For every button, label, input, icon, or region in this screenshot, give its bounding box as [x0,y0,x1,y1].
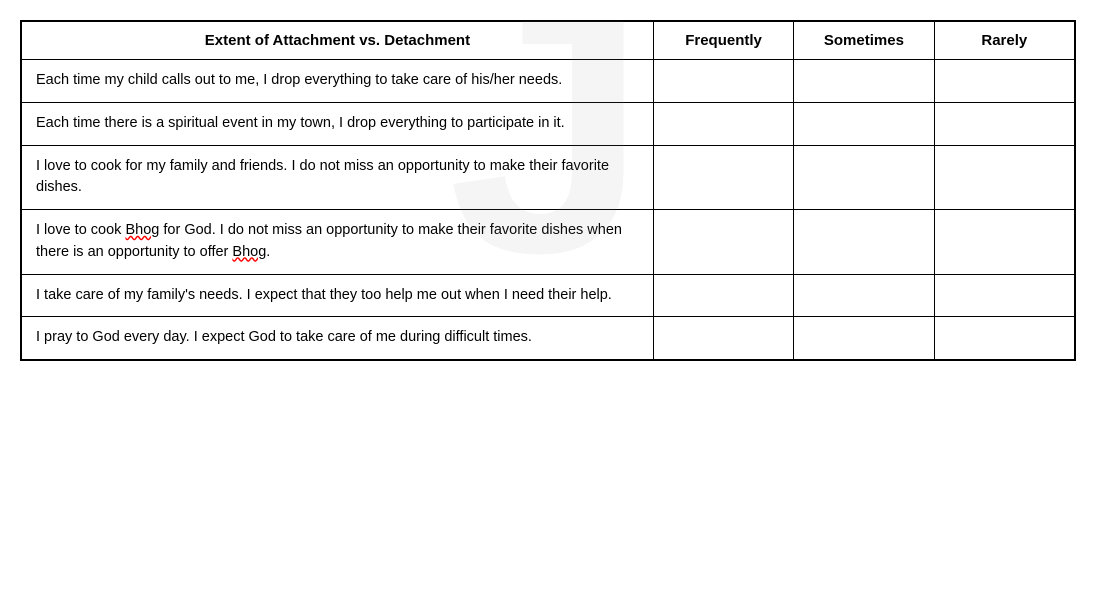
row-6-frequently [653,317,793,360]
survey-table: Extent of Attachment vs. Detachment Freq… [21,21,1075,360]
row-5-question: I take care of my family's needs. I expe… [22,274,654,317]
row-1-rarely [934,60,1074,103]
row-3-sometimes [794,145,934,210]
row-5-rarely [934,274,1074,317]
row-3-rarely [934,145,1074,210]
row-3-frequently [653,145,793,210]
table-row: I take care of my family's needs. I expe… [22,274,1075,317]
survey-table-container: J Extent of Attachment vs. Detachment Fr… [20,20,1076,361]
row-2-sometimes [794,102,934,145]
row-5-sometimes [794,274,934,317]
bhog-word-2: Bhog [232,244,266,260]
row-4-frequently [653,210,793,275]
col-header-rarely: Rarely [934,22,1074,60]
row-5-frequently [653,274,793,317]
table-row: Each time there is a spiritual event in … [22,102,1075,145]
row-6-rarely [934,317,1074,360]
col-header-sometimes: Sometimes [794,22,934,60]
bhog-word-1: Bhog [125,222,159,238]
row-1-frequently [653,60,793,103]
col-header-question: Extent of Attachment vs. Detachment [22,22,654,60]
row-4-rarely [934,210,1074,275]
row-1-sometimes [794,60,934,103]
table-header-row: Extent of Attachment vs. Detachment Freq… [22,22,1075,60]
row-6-question: I pray to God every day. I expect God to… [22,317,654,360]
row-3-question: I love to cook for my family and friends… [22,145,654,210]
table-row: I love to cook for my family and friends… [22,145,1075,210]
row-2-rarely [934,102,1074,145]
row-4-question: I love to cook Bhog for God. I do not mi… [22,210,654,275]
row-2-frequently [653,102,793,145]
row-2-question: Each time there is a spiritual event in … [22,102,654,145]
table-row: I love to cook Bhog for God. I do not mi… [22,210,1075,275]
row-4-sometimes [794,210,934,275]
row-6-sometimes [794,317,934,360]
table-row: Each time my child calls out to me, I dr… [22,60,1075,103]
col-header-frequently: Frequently [653,22,793,60]
table-row: I pray to God every day. I expect God to… [22,317,1075,360]
row-1-question: Each time my child calls out to me, I dr… [22,60,654,103]
